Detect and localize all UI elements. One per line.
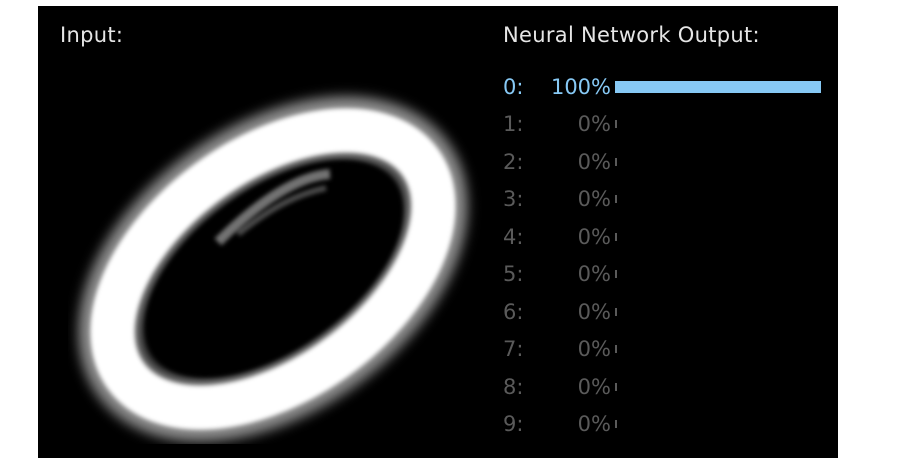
- probability-bar-track: [615, 268, 821, 280]
- output-row-7: 7: 0%: [503, 331, 833, 369]
- probability-bar: [615, 80, 821, 93]
- digit-label: 4:: [503, 224, 524, 249]
- percent-label: 0%: [577, 149, 611, 174]
- probability-bar: [615, 345, 617, 354]
- probability-bar-track: [615, 306, 821, 318]
- probability-bar-track: [615, 381, 821, 393]
- percent-label: 0%: [577, 187, 611, 212]
- app-screen: Input: Neural Network Output: 0: 100% 1:…: [38, 6, 838, 458]
- percent-label: 0%: [577, 112, 611, 137]
- digit-label: 9:: [503, 412, 524, 437]
- probability-bar-track: [615, 418, 821, 430]
- digit-label: 8:: [503, 374, 524, 399]
- output-row-1: 1: 0%: [503, 106, 833, 144]
- probability-bar-track: [615, 343, 821, 355]
- percent-label: 0%: [577, 374, 611, 399]
- percent-label: 0%: [577, 337, 611, 362]
- probability-bar: [615, 382, 617, 391]
- probability-bar-track: [615, 80, 821, 93]
- input-label: Input:: [60, 23, 124, 47]
- digit-label: 3:: [503, 187, 524, 212]
- probability-bar: [615, 120, 617, 129]
- probability-bar-track: [615, 156, 821, 168]
- handwritten-digit-stroke: [78, 96, 468, 442]
- output-row-6: 6: 0%: [503, 293, 833, 331]
- probability-bar: [615, 195, 617, 204]
- digit-label: 7:: [503, 337, 524, 362]
- probability-bar: [615, 307, 617, 316]
- digit-label: 0:: [503, 74, 524, 99]
- output-row-9: 9: 0%: [503, 406, 833, 444]
- digit-label: 2:: [503, 149, 524, 174]
- digit-label: 6:: [503, 299, 524, 324]
- probability-bar: [615, 270, 617, 279]
- output-label: Neural Network Output:: [503, 23, 760, 47]
- probability-bar: [615, 420, 617, 429]
- digit-label: 1:: [503, 112, 524, 137]
- probability-bar-track: [615, 118, 821, 130]
- percent-label: 0%: [577, 262, 611, 287]
- percent-label: 0%: [577, 299, 611, 324]
- output-row-0: 0: 100%: [503, 68, 833, 106]
- digit-label: 5:: [503, 262, 524, 287]
- percent-label: 100%: [550, 74, 611, 99]
- output-row-2: 2: 0%: [503, 143, 833, 181]
- output-row-8: 8: 0%: [503, 368, 833, 406]
- percent-label: 0%: [577, 412, 611, 437]
- probability-bar: [615, 232, 617, 241]
- output-row-4: 4: 0%: [503, 218, 833, 256]
- probability-bar: [615, 157, 617, 166]
- output-probability-list: 0: 100% 1: 0% 2: 0% 3: 0% 4: 0% 5: 0% 6:…: [503, 68, 833, 443]
- output-row-3: 3: 0%: [503, 181, 833, 219]
- probability-bar-track: [615, 193, 821, 205]
- drawing-canvas[interactable]: [68, 64, 488, 444]
- percent-label: 0%: [577, 224, 611, 249]
- probability-bar-track: [615, 231, 821, 243]
- output-row-5: 5: 0%: [503, 256, 833, 294]
